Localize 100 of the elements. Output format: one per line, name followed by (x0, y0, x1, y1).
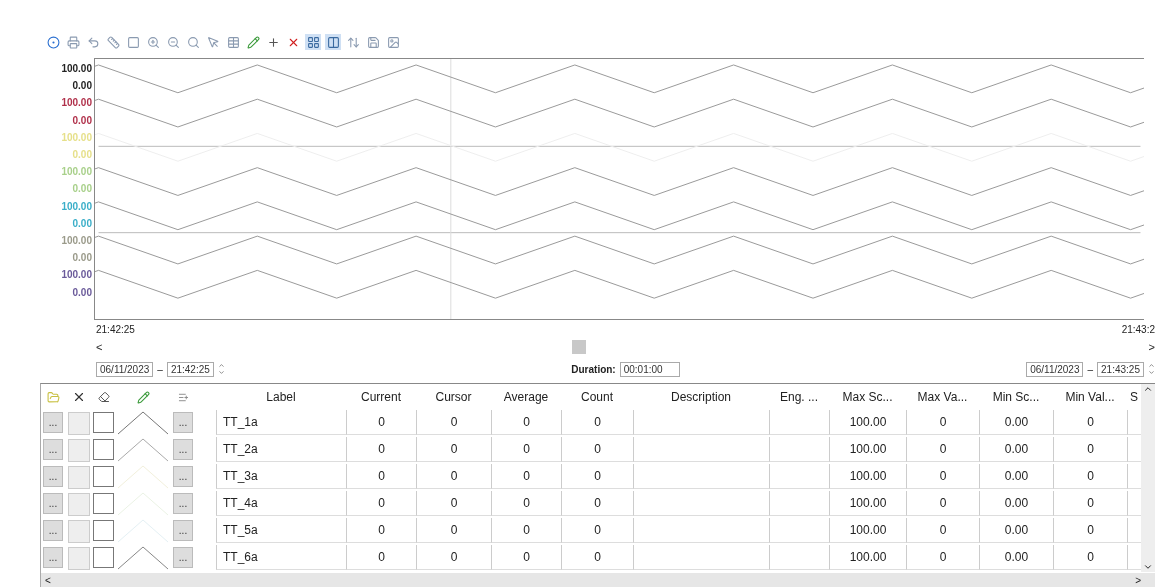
row-menu-button[interactable]: ... (43, 520, 63, 541)
color-swatch[interactable] (68, 493, 90, 516)
table-icon[interactable] (225, 34, 241, 50)
line-style-preview (116, 464, 171, 489)
save-icon[interactable] (365, 34, 381, 50)
column-header[interactable]: Average (491, 384, 561, 410)
column-header[interactable]: Min Val... (1053, 384, 1127, 410)
color-swatch[interactable] (68, 412, 90, 435)
column-header[interactable]: Max Va... (906, 384, 979, 410)
line-style-preview (116, 491, 171, 516)
search-icon[interactable] (185, 34, 201, 50)
ruler-icon[interactable] (105, 34, 121, 50)
value-cell: 0.00 (979, 410, 1053, 435)
color-swatch[interactable] (68, 520, 90, 543)
vertical-scrollbar[interactable] (1141, 384, 1155, 572)
zoom-in-icon[interactable] (145, 34, 161, 50)
color-swatch[interactable] (68, 466, 90, 489)
scroll-left-button[interactable]: < (45, 574, 51, 586)
label-cell: TT_2a (216, 437, 346, 462)
column-header[interactable]: Description (633, 384, 769, 410)
zoom-out-icon[interactable] (165, 34, 181, 50)
scroll-right-button[interactable]: > (1135, 574, 1141, 586)
value-cell: 0 (416, 437, 491, 462)
pencil-icon[interactable] (245, 34, 261, 50)
chevron-down-icon[interactable] (1143, 562, 1153, 572)
row-checkbox[interactable] (93, 439, 114, 460)
column-header[interactable]: Max Sc... (829, 384, 906, 410)
info-icon[interactable] (45, 34, 61, 50)
scroll-left-button[interactable]: < (96, 341, 103, 353)
list-add-icon[interactable] (178, 391, 189, 403)
value-cell: 0 (491, 491, 561, 516)
start-date-field[interactable]: 06/11/2023 (96, 361, 154, 377)
row-options-button[interactable]: ... (173, 520, 193, 541)
label-cell: TT_5a (216, 518, 346, 543)
row-checkbox[interactable] (93, 412, 114, 433)
row-checkbox[interactable] (93, 547, 114, 568)
row-options-button[interactable]: ... (173, 439, 193, 460)
value-cell: 0.00 (979, 545, 1053, 570)
scale-min-label: 0.00 (72, 79, 92, 94)
eraser-icon[interactable] (97, 391, 110, 403)
line-style-preview (116, 518, 171, 543)
row-checkbox[interactable] (93, 466, 114, 487)
start-time-field[interactable]: 21:42:25 (166, 361, 214, 377)
value-cell: 0 (346, 437, 416, 462)
row-checkbox[interactable] (93, 520, 114, 541)
column-header[interactable]: S (1127, 384, 1141, 410)
row-menu-button[interactable]: ... (43, 547, 63, 568)
value-cell: 100.00 (829, 437, 906, 462)
scale-min-label: 0.00 (72, 216, 92, 231)
color-swatch[interactable] (68, 439, 90, 462)
folder-icon[interactable] (47, 390, 60, 404)
row-menu-button[interactable]: ... (43, 466, 63, 487)
value-cell: 0 (561, 545, 633, 570)
row-options-button[interactable]: ... (173, 412, 193, 433)
value-cell: 0 (561, 491, 633, 516)
value-cell: 0 (906, 410, 979, 435)
column-header[interactable]: Cursor (416, 384, 491, 410)
value-cell: 0 (1053, 437, 1127, 462)
columns-icon[interactable] (325, 34, 341, 50)
value-cell: 100.00 (829, 491, 906, 516)
row-menu-button[interactable]: ... (43, 412, 63, 433)
row-checkbox[interactable] (93, 493, 114, 514)
value-cell: 100.00 (829, 518, 906, 543)
pencil-icon[interactable] (137, 390, 150, 404)
column-header[interactable]: Count (561, 384, 633, 410)
end-time-field[interactable]: 21:43:25 (1097, 361, 1144, 377)
value-cell: 0 (346, 410, 416, 435)
value-cell: 0 (1053, 410, 1127, 435)
spinner-icon[interactable] (1148, 362, 1155, 376)
column-header[interactable]: Min Sc... (979, 384, 1053, 410)
value-cell: 0 (346, 545, 416, 570)
printer-icon[interactable] (65, 34, 81, 50)
value-cell: 0 (1053, 491, 1127, 516)
duration-field[interactable]: 00:01:00 (619, 361, 680, 377)
spinner-icon[interactable] (217, 362, 225, 376)
chevron-up-icon[interactable] (1143, 384, 1153, 394)
row-menu-button[interactable]: ... (43, 439, 63, 460)
start-time-label: 21:42:25 (96, 324, 135, 335)
column-header[interactable]: Label (216, 384, 346, 410)
end-date-field[interactable]: 06/11/2023 (1026, 361, 1084, 377)
scale-min-label: 0.00 (72, 251, 92, 266)
row-options-button[interactable]: ... (173, 493, 193, 514)
value-cell: 0 (416, 464, 491, 489)
pointer-icon[interactable] (205, 34, 221, 50)
value-cell: 0 (561, 464, 633, 489)
column-header[interactable]: Eng. ... (769, 384, 829, 410)
scale-max-label: 100.00 (61, 199, 92, 214)
column-header[interactable]: Current (346, 384, 416, 410)
grid-icon[interactable] (305, 34, 321, 50)
row-options-button[interactable]: ... (173, 547, 193, 568)
color-swatch[interactable] (68, 547, 90, 570)
value-cell: 0 (346, 518, 416, 543)
scroll-thumb[interactable] (572, 340, 587, 354)
row-menu-button[interactable]: ... (43, 493, 63, 514)
image-icon[interactable] (385, 34, 401, 50)
line-style-preview (116, 410, 171, 435)
square-icon[interactable] (125, 34, 141, 50)
row-options-button[interactable]: ... (173, 466, 193, 487)
value-cell: 0.00 (979, 491, 1053, 516)
scroll-right-button[interactable]: > (1148, 341, 1155, 353)
